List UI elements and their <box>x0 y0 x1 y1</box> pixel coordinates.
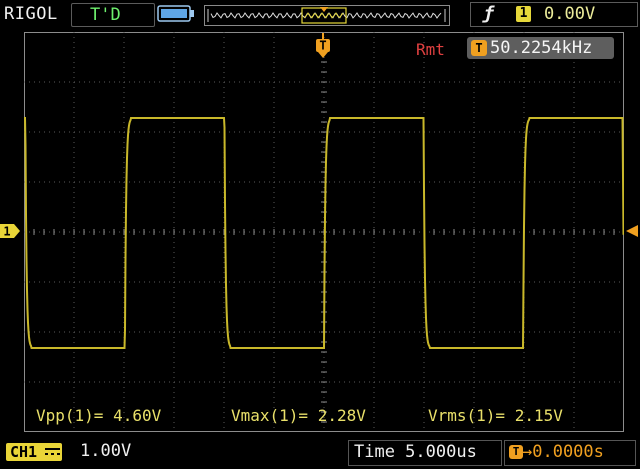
ch1-ground-marker[interactable]: 1 <box>0 223 22 239</box>
trigger-level-marker[interactable] <box>624 224 640 238</box>
ch1-marker-label: 1 <box>3 225 10 239</box>
brand-logo: RIGOL <box>4 4 58 24</box>
acquisition-mode: T'D <box>90 5 121 25</box>
ch1-label: CH1 <box>10 443 38 461</box>
waveform-display[interactable] <box>24 32 624 432</box>
trigger-position-marker[interactable]: T <box>314 33 332 59</box>
measurement-vmax: Vmax(1)= 2.28V <box>231 406 366 425</box>
trigger-level-value: 0.00V <box>544 4 596 24</box>
waveform-memory-icon <box>207 7 446 24</box>
dc-coupling-icon <box>45 448 60 455</box>
trigger-badge-icon: T <box>509 445 523 459</box>
memory-depth-indicator <box>204 5 450 26</box>
remote-indicator: Rmt <box>416 40 445 59</box>
trigger-badge-icon: T <box>471 40 487 56</box>
trigger-position-value: →0.0000s <box>522 442 604 462</box>
measurement-vpp: Vpp(1)= 4.60V <box>36 406 162 425</box>
battery-icon <box>157 5 194 22</box>
measurement-vrms: Vrms(1)= 2.15V <box>428 406 563 425</box>
rising-edge-icon: ƒ <box>483 3 494 24</box>
trigger-source-badge: 1 <box>516 6 531 22</box>
volts-per-div[interactable]: 1.00V <box>80 441 131 461</box>
frequency-value: 50.2254kHz <box>490 38 593 58</box>
timebase-value: Time 5.000us <box>354 442 477 462</box>
trigger-marker-label: T <box>319 39 326 53</box>
